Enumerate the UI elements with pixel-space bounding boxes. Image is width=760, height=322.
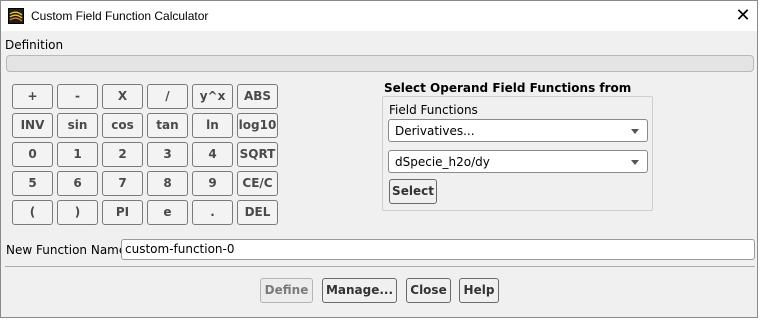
help-button[interactable]: Help <box>459 278 499 303</box>
calc-key-button[interactable]: DEL <box>237 200 278 225</box>
new-function-name-input[interactable] <box>125 242 745 256</box>
close-icon[interactable]: ✕ <box>730 3 756 29</box>
calc-key-button[interactable]: 4 <box>192 142 233 167</box>
calc-key-button[interactable]: sin <box>57 113 98 138</box>
calc-key-button[interactable]: ln <box>192 113 233 138</box>
field-functions-label: Field Functions <box>389 103 478 117</box>
calc-key-button[interactable]: + <box>12 84 53 109</box>
calc-key-button[interactable]: . <box>192 200 233 225</box>
calc-key-button[interactable]: 5 <box>12 171 53 196</box>
define-button[interactable]: Define <box>260 278 313 303</box>
app-icon <box>8 8 24 24</box>
window-title: Custom Field Function Calculator <box>31 9 209 23</box>
calc-key-button[interactable]: e <box>147 200 188 225</box>
calc-key-button[interactable]: cos <box>102 113 143 138</box>
calc-key-button[interactable]: - <box>57 84 98 109</box>
calc-key-button[interactable]: tan <box>147 113 188 138</box>
calc-key-button[interactable]: 3 <box>147 142 188 167</box>
calc-key-button[interactable]: 7 <box>102 171 143 196</box>
calc-key-button[interactable]: 0 <box>12 142 53 167</box>
calc-key-button[interactable]: CE/C <box>237 171 278 196</box>
calc-key-button[interactable]: ( <box>12 200 53 225</box>
new-function-name-label: New Function Name <box>6 243 127 257</box>
new-function-name-field[interactable] <box>121 239 755 260</box>
close-button[interactable]: Close <box>406 278 451 303</box>
calc-key-button[interactable]: ABS <box>237 84 278 109</box>
calc-key-button[interactable]: INV <box>12 113 53 138</box>
operand-section-title: Select Operand Field Functions from <box>384 81 632 95</box>
calc-key-button[interactable]: ) <box>57 200 98 225</box>
field-function-category-select[interactable]: Derivatives... <box>388 119 648 142</box>
calculator-dialog: Custom Field Function Calculator ✕ Defin… <box>0 0 758 318</box>
calc-key-button[interactable]: 9 <box>192 171 233 196</box>
field-function-select[interactable]: dSpecie_h2o/dy <box>388 150 648 173</box>
calc-key-button[interactable]: 8 <box>147 171 188 196</box>
function-value: dSpecie_h2o/dy <box>395 155 490 169</box>
calc-key-button[interactable]: PI <box>102 200 143 225</box>
chevron-down-icon <box>631 129 639 134</box>
category-value: Derivatives... <box>395 124 475 138</box>
select-button[interactable]: Select <box>389 179 437 204</box>
calc-key-button[interactable]: X <box>102 84 143 109</box>
calc-key-button[interactable]: / <box>147 84 188 109</box>
manage-button[interactable]: Manage... <box>322 278 397 303</box>
chevron-down-icon <box>631 160 639 165</box>
calc-key-button[interactable]: 1 <box>57 142 98 167</box>
definition-field <box>6 55 754 72</box>
calc-key-button[interactable]: 6 <box>57 171 98 196</box>
title-bar: Custom Field Function Calculator ✕ <box>1 1 757 31</box>
calc-key-button[interactable]: log10 <box>237 113 278 138</box>
footer-divider <box>5 266 755 267</box>
calc-key-button[interactable]: y^x <box>192 84 233 109</box>
calc-key-button[interactable]: 2 <box>102 142 143 167</box>
calc-key-button[interactable]: SQRT <box>237 142 278 167</box>
definition-label: Definition <box>5 38 64 52</box>
